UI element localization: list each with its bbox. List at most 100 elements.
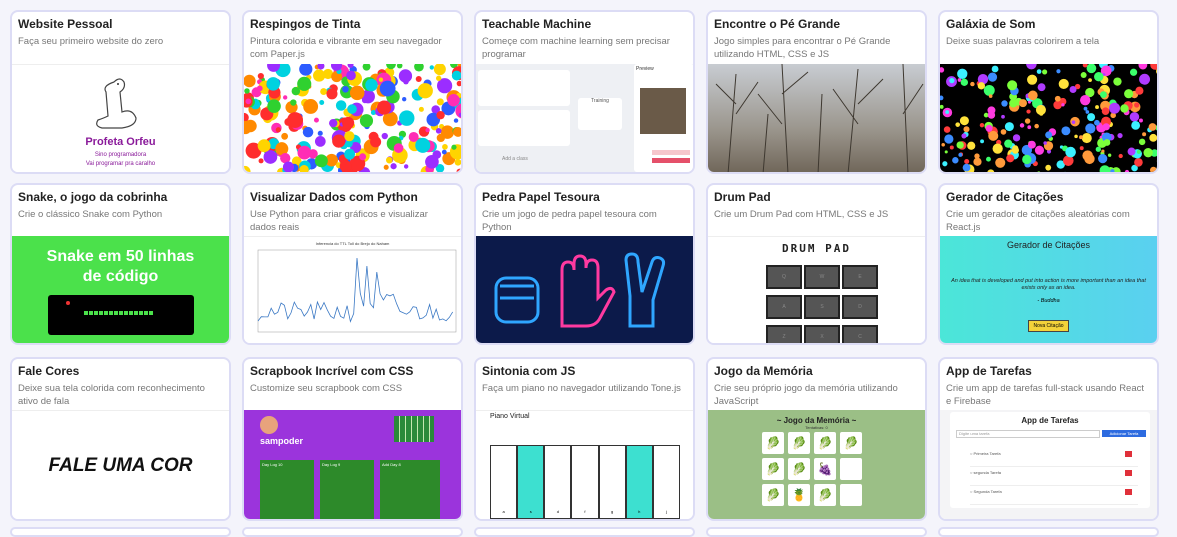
drum-key[interactable]: W (804, 265, 840, 289)
day-log-10: Day Log 10 (260, 460, 314, 469)
galaxy-dot (1117, 133, 1122, 138)
drum-key[interactable]: X (804, 325, 840, 345)
card-scrapbook[interactable]: Scrapbook Incrível com CSSCustomize seu … (242, 357, 463, 521)
galaxy-dot (1150, 167, 1157, 174)
memory-card[interactable]: 🍍 (788, 484, 810, 506)
piano-key[interactable]: d (544, 445, 571, 519)
galaxy-dot (1134, 158, 1143, 167)
paint-dot (342, 117, 354, 129)
paint-dot (419, 107, 424, 112)
memory-card[interactable]: 🥬 (762, 458, 784, 480)
galaxy-dot (1139, 119, 1143, 123)
thumbnail (476, 236, 693, 345)
galaxy-dot (945, 150, 948, 153)
card-jogo-memoria[interactable]: Jogo da MemóriaCrie seu próprio jogo da … (706, 357, 927, 521)
snake-headline: Snake em 50 linhas de código (46, 247, 196, 287)
galaxy-dot (1142, 132, 1146, 136)
paint-dot (346, 71, 356, 81)
card-pedra-papel-tesoura[interactable]: Pedra Papel TesouraCrie um jogo de pedra… (474, 183, 695, 345)
piano-key[interactable]: a (490, 445, 517, 519)
card-snake[interactable]: Snake, o jogo da cobrinhaCrie o clássico… (10, 183, 231, 345)
rock-hand-icon (496, 278, 538, 322)
delete-task-button[interactable] (1125, 489, 1132, 495)
galaxy-thumbnail (940, 64, 1157, 174)
galaxy-dot (1134, 102, 1139, 107)
galaxy-dot (1088, 78, 1092, 82)
add-task-button[interactable]: Adicionar Tarefa (1102, 430, 1146, 437)
card-teachable-machine[interactable]: Teachable MachineComeçe com machine lear… (474, 10, 695, 174)
memory-card[interactable]: 🥬 (762, 484, 784, 506)
drum-key[interactable]: S (804, 295, 840, 319)
new-quote-button[interactable]: Nova Citação (1028, 320, 1068, 332)
drum-key[interactable]: E (842, 265, 878, 289)
card-app-tarefas[interactable]: App de TarefasCrie um app de tarefas ful… (938, 357, 1159, 521)
galaxy-dot (1026, 109, 1030, 113)
memory-card[interactable]: 🥬 (762, 432, 784, 454)
card-visualizar-dados[interactable]: Visualizar Dados com PythonUse Python pa… (242, 183, 463, 345)
card-drum-pad[interactable]: Drum PadCrie um Drum Pad com HTML, CSS e… (706, 183, 927, 345)
card-sintonia-js[interactable]: Sintonia com JSFaça um piano no navegado… (474, 357, 695, 521)
galaxy-dot (941, 143, 945, 147)
galaxy-dot (958, 153, 962, 157)
delete-task-button[interactable] (1125, 470, 1132, 476)
memory-card[interactable]: 🥬 (814, 432, 836, 454)
drum-key[interactable]: C (842, 325, 878, 345)
paint-dot (313, 69, 325, 81)
drum-key[interactable]: Z (766, 325, 802, 345)
paint-dot (384, 165, 389, 170)
galaxy-dot (1087, 64, 1097, 73)
piano-key[interactable]: h (626, 445, 653, 519)
galaxy-dot (1125, 170, 1129, 174)
drum-key[interactable]: Q (766, 265, 802, 289)
memory-card[interactable]: 🥬 (840, 432, 862, 454)
galaxy-dot (1055, 96, 1061, 102)
memory-card[interactable]: 🥬 (814, 484, 836, 506)
card-fale-cores[interactable]: Fale CoresDeixe sua tela colorida com re… (10, 357, 231, 521)
card-galaxia-de-som[interactable]: Galáxia de SomDeixe suas palavras colori… (938, 10, 1159, 174)
galaxy-dot (986, 157, 991, 162)
todo-input[interactable]: Digite uma tarefa (956, 430, 1100, 438)
paint-dot (455, 159, 461, 166)
galaxy-dot (1139, 139, 1145, 145)
paint-dot (442, 150, 447, 155)
card-pe-grande[interactable]: Encontre o Pé GrandeJogo simples para en… (706, 10, 927, 174)
card-respingos-de-tinta[interactable]: Respingos de TintaPintura colorida e vib… (242, 10, 463, 174)
card-title: Galáxia de Som (946, 17, 1151, 32)
piano-key[interactable]: j (653, 445, 680, 519)
paint-dot (258, 73, 264, 79)
thumbnail: Inferencia do TTL Toll do Brejo do Naham (244, 236, 461, 345)
drum-key[interactable]: A (766, 295, 802, 319)
memory-card[interactable]: 🍇 (814, 458, 836, 480)
paint-dot (377, 101, 391, 115)
paint-dot (379, 78, 383, 82)
paint-dot (245, 99, 251, 105)
paint-dot (297, 146, 311, 160)
piano-key[interactable]: g (599, 445, 626, 519)
drum-pad-grid: QWEASDZXC (766, 265, 874, 345)
piano-key[interactable]: s (517, 445, 544, 519)
galaxy-dot (1124, 89, 1133, 98)
delete-task-button[interactable] (1125, 451, 1132, 457)
galaxy-dot (1094, 120, 1100, 126)
memory-card[interactable] (840, 484, 862, 506)
piano-key[interactable]: f (571, 445, 598, 519)
galaxy-dot (1019, 99, 1027, 107)
galaxy-dot (1045, 165, 1051, 171)
galaxy-dot (1056, 69, 1060, 73)
memory-card[interactable] (840, 458, 862, 480)
paint-dot (318, 131, 323, 136)
drum-key[interactable]: D (842, 295, 878, 319)
card-row4-stub (242, 527, 463, 537)
card-website-pessoal[interactable]: Website PessoalFaça seu primeiro website… (10, 10, 231, 174)
snake-screen (48, 295, 194, 335)
galaxy-dot (1035, 146, 1044, 155)
galaxy-dot (1095, 105, 1099, 109)
card-gerador-citacoes[interactable]: Gerador de CitaçõesCrie um gerador de ci… (938, 183, 1159, 345)
galaxy-dot (940, 67, 944, 72)
forest-photo-thumbnail (708, 64, 925, 174)
quote-heading: Gerador de Citações (940, 240, 1157, 250)
paint-dot (244, 88, 249, 93)
memory-card[interactable]: 🥬 (788, 458, 810, 480)
memory-card[interactable]: 🥬 (788, 432, 810, 454)
galaxy-dot (1080, 95, 1090, 105)
